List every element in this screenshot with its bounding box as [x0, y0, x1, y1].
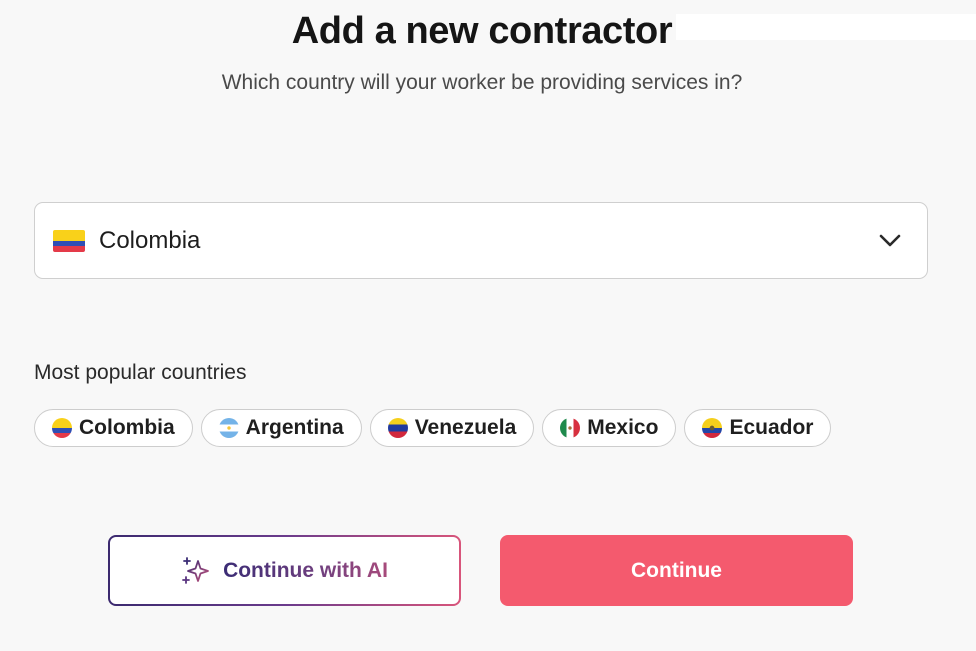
colombia-flag-icon — [53, 229, 85, 252]
page-title: Add a new contractor — [291, 10, 673, 52]
sparkles-icon — [182, 556, 209, 584]
venezuela-flag-icon — [387, 418, 408, 438]
continue-with-ai-label: Continue with AI — [223, 558, 388, 582]
chip-colombia[interactable]: Colombia — [34, 409, 193, 447]
argentina-flag-icon — [218, 418, 239, 438]
mexico-flag-icon — [560, 418, 581, 438]
popular-countries-list: Colombia Argentina Venezuela Mexico Ecua… — [34, 409, 832, 447]
continue-with-ai-button[interactable]: Continue with AI — [108, 535, 461, 606]
country-select-value: Colombia — [99, 226, 201, 254]
chevron-down-icon[interactable] — [877, 230, 903, 250]
chip-label: Venezuela — [414, 416, 517, 439]
chip-ecuador[interactable]: Ecuador — [684, 409, 832, 447]
colombia-flag-icon — [52, 418, 72, 438]
chip-argentina[interactable]: Argentina — [200, 409, 362, 447]
chip-venezuela[interactable]: Venezuela — [369, 409, 535, 447]
chip-label: Argentina — [245, 416, 344, 439]
popular-countries-label: Most popular countries — [34, 361, 247, 384]
chip-label: Ecuador — [729, 416, 814, 439]
ecuador-flag-icon — [702, 418, 723, 438]
continue-button[interactable]: Continue — [500, 535, 853, 606]
chip-mexico[interactable]: Mexico — [542, 409, 677, 447]
country-select[interactable]: Colombia — [34, 202, 928, 279]
chip-label: Mexico — [587, 416, 659, 439]
add-contractor-page: Add a new contractor Which country will … — [0, 0, 976, 651]
page-subtitle: Which country will your worker be provid… — [221, 71, 743, 94]
chip-label: Colombia — [79, 416, 175, 439]
continue-label: Continue — [631, 558, 722, 582]
continue-with-ai-button-inner: Continue with AI — [110, 537, 459, 604]
